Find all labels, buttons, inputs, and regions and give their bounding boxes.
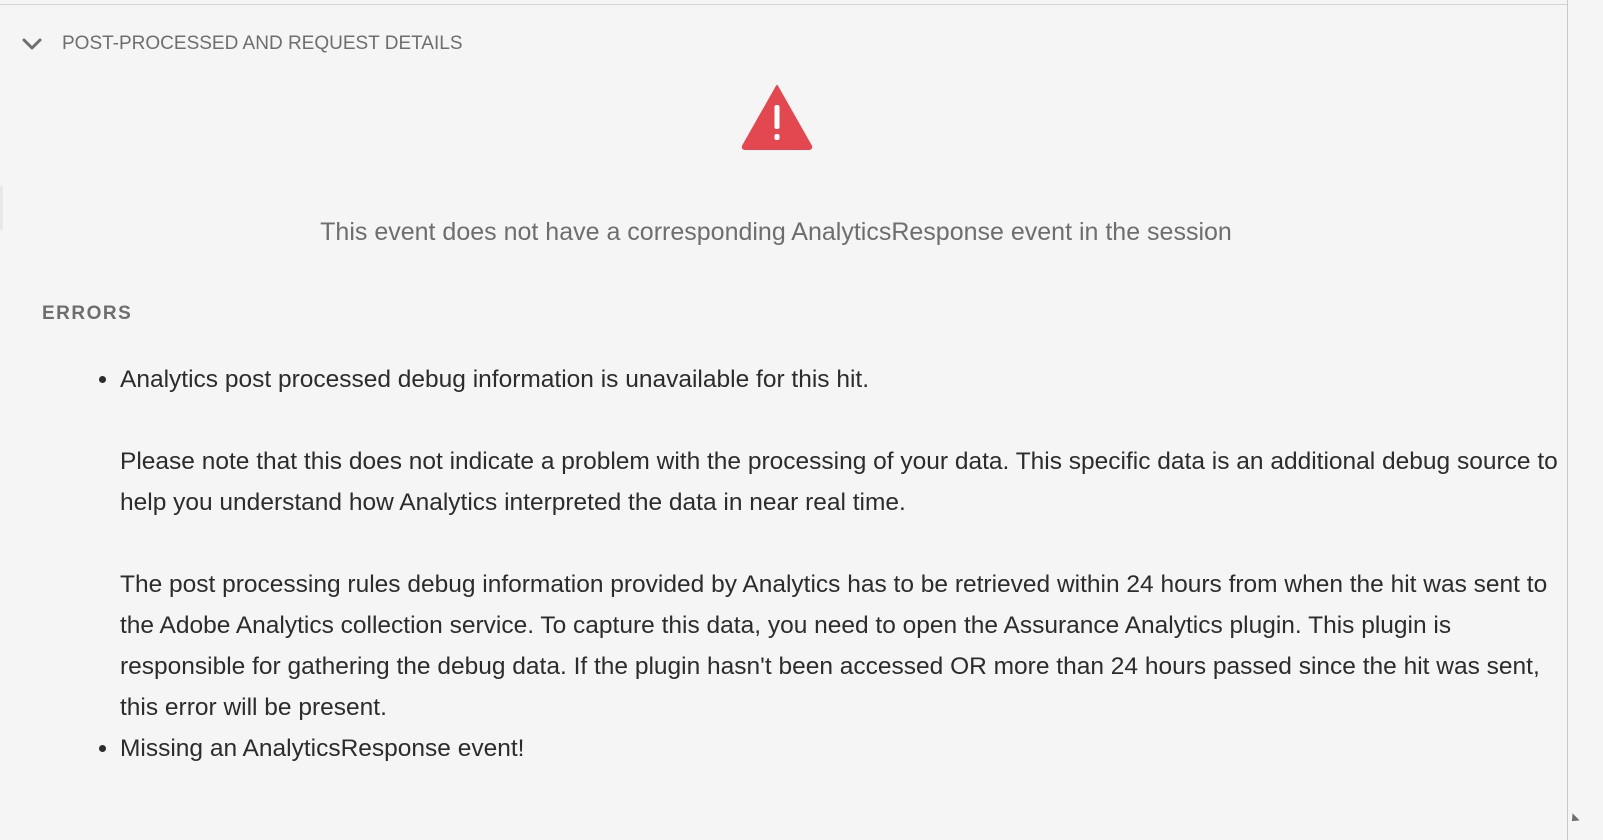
errors-heading: ERRORS bbox=[42, 303, 133, 324]
error-list: Analytics post processed debug informati… bbox=[80, 359, 1560, 769]
error-paragraph: Analytics post processed debug informati… bbox=[120, 366, 870, 393]
error-item-unavailable-debug-info: Analytics post processed debug informati… bbox=[120, 359, 1560, 728]
missing-response-notice: This event does not have a corresponding… bbox=[320, 218, 1232, 246]
error-paragraph: Please note that this does not indicate … bbox=[120, 448, 1558, 516]
scroll-down-icon[interactable] bbox=[1568, 813, 1580, 825]
chevron-down-icon[interactable] bbox=[20, 32, 44, 56]
scrollbar-track[interactable] bbox=[1567, 0, 1568, 840]
error-paragraph: The post processing rules debug informat… bbox=[120, 571, 1548, 721]
error-item-missing-response: Missing an AnalyticsResponse event! bbox=[120, 728, 1560, 769]
warning-triangle-icon bbox=[741, 85, 813, 150]
section-header-toggle[interactable]: POST-PROCESSED AND REQUEST DETAILS bbox=[20, 28, 463, 60]
scrollbar[interactable] bbox=[1567, 0, 1603, 840]
top-divider bbox=[0, 4, 1568, 5]
section-title: POST-PROCESSED AND REQUEST DETAILS bbox=[62, 33, 463, 54]
error-paragraph: Missing an AnalyticsResponse event! bbox=[120, 735, 525, 762]
